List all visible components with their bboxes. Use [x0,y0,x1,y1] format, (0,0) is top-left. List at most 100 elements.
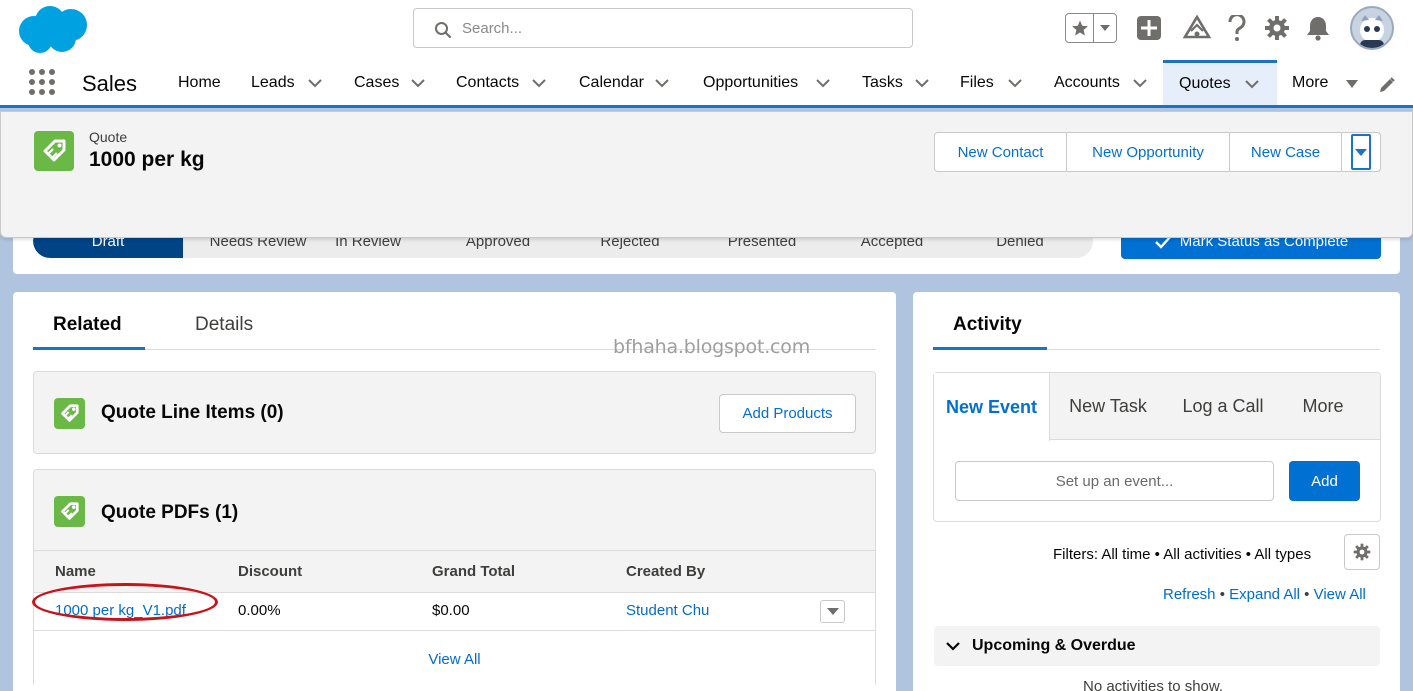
tab-activity[interactable]: Activity [953,314,1022,336]
refresh-link[interactable]: Refresh [1163,586,1216,603]
edit-nav-icon[interactable] [1378,76,1396,94]
quote-line-items-card: Quote Line Items (0) Add Products [33,371,876,454]
add-products-button[interactable]: Add Products [719,394,856,433]
nav-item-opportunities[interactable]: Opportunities [688,60,846,105]
trailhead-icon[interactable] [1183,14,1211,42]
tab-more[interactable]: More [1280,373,1366,440]
app-launcher-icon[interactable] [28,68,56,96]
favorites-button[interactable] [1065,13,1117,43]
search-icon [435,22,452,39]
activity-links: Refresh • Expand All • View All [1163,586,1366,603]
tab-log-a-call[interactable]: Log a Call [1166,373,1280,440]
add-event-button[interactable]: Add [1289,461,1360,501]
plus-icon[interactable] [1135,14,1163,42]
view-all-link[interactable]: View All [34,631,875,687]
nav-item-label: Quotes [1179,75,1231,92]
quote-pdfs-card: Quote PDFs (1) Name Discount Grand Total… [32,469,876,687]
record-actions: New Contact New Opportunity New Case [934,132,1381,172]
quote-icon [54,398,85,429]
expand-all-link[interactable]: Expand All [1229,586,1300,603]
tab-new-event[interactable]: New Event [934,373,1050,441]
global-search[interactable]: Search... [413,8,913,48]
nav-item-contacts[interactable]: Contacts [441,60,561,105]
chevron-down-icon[interactable] [915,76,929,90]
chevron-down-icon[interactable] [308,76,322,90]
nav-item-files[interactable]: Files [945,60,1039,105]
active-tab-indicator [33,347,145,350]
chevron-down-icon[interactable] [1008,76,1022,90]
nav-item-home[interactable]: Home [178,60,221,105]
table-row: 1000 per kg_V1.pdf 0.00% $0.00 Student C… [32,583,875,631]
chevron-down-icon[interactable] [411,76,425,90]
nav-item-tasks[interactable]: Tasks [847,60,947,105]
tab-related[interactable]: Related [53,314,122,336]
nav-item-label: Contacts [456,73,520,91]
global-header: Search... [0,0,1413,60]
caret-down-icon[interactable] [1345,77,1359,91]
tab-new-task[interactable]: New Task [1050,373,1166,440]
caret-down-icon [1351,134,1371,170]
filter-settings-button[interactable] [1344,534,1380,570]
annotation-oval [32,583,218,621]
nav-item-label: Opportunities [703,73,799,91]
column-header-name: Name [55,563,96,580]
quote-pdfs-title[interactable]: Quote PDFs (1) [101,502,238,524]
nav-item-calendar[interactable]: Calendar [564,60,686,105]
new-opportunity-button[interactable]: New Opportunity [1067,133,1230,171]
pdf-discount: 0.00% [238,602,281,619]
view-all-link[interactable]: View All [1314,586,1366,603]
activity-tabs: Activity [933,292,1380,350]
nav-item-label: More [1292,73,1329,91]
gear-icon[interactable] [1263,14,1291,42]
object-label: Quote [89,129,128,145]
upcoming-overdue-section[interactable]: Upcoming & Overdue [934,626,1380,666]
quote-line-items-title[interactable]: Quote Line Items (0) [101,402,284,424]
active-tab-indicator [933,347,1047,350]
no-activities-text: No activities to show. [1083,678,1224,691]
chevron-down-icon[interactable] [1094,14,1116,42]
nav-item-leads[interactable]: Leads [236,60,336,105]
activity-composer: New Event New Task Log a Call More Set u… [933,372,1381,522]
more-actions-button[interactable] [1342,133,1380,171]
help-icon[interactable] [1223,14,1251,42]
salesforce-logo[interactable] [16,5,90,53]
nav-item-label: Calendar [579,73,644,91]
related-panel: Related Details bfhaha.blogspot.com Quot… [13,292,896,691]
watermark: bfhaha.blogspot.com [613,336,811,358]
record-highlights: Quote 1000 per kg New Contact New Opport… [0,111,1413,238]
event-input[interactable]: Set up an event... [955,461,1274,501]
chevron-down-icon[interactable] [1245,77,1259,91]
nav-item-accounts[interactable]: Accounts [1039,60,1163,105]
app-navigation: Sales Home Leads Cases Contacts Calendar… [0,60,1413,108]
nav-item-cases[interactable]: Cases [339,60,439,105]
nav-item-label: Accounts [1054,73,1120,91]
column-header-discount: Discount [238,563,303,580]
quote-icon [54,496,85,527]
composer-tabs: New Event New Task Log a Call More [934,373,1380,441]
chevron-down-icon [946,642,960,651]
row-actions-button[interactable] [820,600,845,623]
quote-icon [34,131,74,171]
chevron-down-icon[interactable] [532,76,546,90]
new-case-button[interactable]: New Case [1230,133,1342,171]
tab-details[interactable]: Details [195,314,253,336]
record-title: 1000 per kg [89,148,205,171]
chevron-down-icon[interactable] [655,76,669,90]
star-icon[interactable] [1066,14,1094,42]
avatar[interactable] [1350,6,1394,50]
nav-item-label: Leads [251,73,295,91]
bell-icon[interactable] [1304,14,1332,42]
column-header-created-by: Created By [626,563,706,580]
nav-item-label: Files [960,73,994,91]
created-by-link[interactable]: Student Chu [626,602,709,619]
new-contact-button[interactable]: New Contact [935,133,1067,171]
nav-item-label: Cases [354,73,400,91]
quote-pdfs-table: Name Discount Grand Total Created By 100… [32,550,875,687]
pdf-grand-total: $0.00 [432,602,470,619]
nav-item-more[interactable]: More [1277,60,1363,105]
chevron-down-icon[interactable] [1133,76,1147,90]
caret-down-icon [826,608,839,615]
nav-item-quotes[interactable]: Quotes [1163,60,1277,105]
activity-filters-text: Filters: All time • All activities • All… [1053,546,1312,563]
chevron-down-icon[interactable] [816,76,830,90]
